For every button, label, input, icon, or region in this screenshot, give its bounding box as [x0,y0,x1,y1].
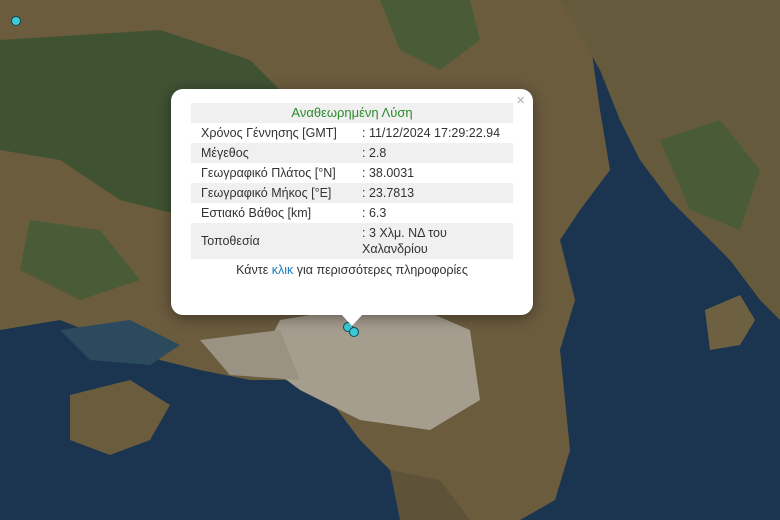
table-row: Αναθεωρημένη Λύση [191,103,513,123]
row-value: : 6.3 [362,206,387,220]
row-label: Εστιακό Βάθος [km] [201,206,312,220]
table-row: Γεωγραφικό Μήκος [°E] : 23.7813 [191,183,513,203]
event-details-table: Αναθεωρημένη Λύση Χρόνος Γέννησης [GMT] … [191,103,513,259]
table-row: Γεωγραφικό Πλάτος [°N] : 38.0031 [191,163,513,183]
more-info-link[interactable]: κλικ [272,263,294,277]
satellite-map[interactable]: × Αναθεωρημένη Λύση Χρόνος Γέννησης [GMT… [0,0,780,520]
row-label: Χρόνος Γέννησης [GMT] [201,126,337,140]
table-row: Τοποθεσία : 3 Χλμ. ΝΔ του Χαλανδρίου [191,223,513,259]
row-label: Γεωγραφικό Πλάτος [°N] [201,166,336,180]
row-label: Γεωγραφικό Μήκος [°E] [201,186,332,200]
popup-tip [341,314,363,326]
close-icon[interactable]: × [516,93,525,109]
row-value: : 11/12/2024 17:29:22.94 [362,126,501,140]
event-popup: × Αναθεωρημένη Λύση Χρόνος Γέννησης [GMT… [171,89,533,315]
row-value: : 38.0031 [362,166,415,180]
more-info-prefix: Κάντε [236,263,272,277]
row-label: Τοποθεσία [201,234,260,248]
table-row: Χρόνος Γέννησης [GMT] : 11/12/2024 17:29… [191,123,513,143]
table-row: Εστιακό Βάθος [km] : 6.3 [191,203,513,223]
popup-heading: Αναθεωρημένη Λύση [291,105,413,120]
more-info-text: Κάντε κλικ για περισσότερες πληροφορίες [191,263,513,277]
table-row: Μέγεθος : 2.8 [191,143,513,163]
row-value: : 2.8 [362,146,387,160]
row-value: : 3 Χλμ. ΝΔ του Χαλανδρίου [362,226,447,256]
earthquake-marker[interactable] [11,16,21,26]
more-info-suffix: για περισσότερες πληροφορίες [293,263,468,277]
row-value: : 23.7813 [362,186,415,200]
earthquake-marker-selected[interactable] [349,327,359,337]
row-label: Μέγεθος [201,146,249,160]
